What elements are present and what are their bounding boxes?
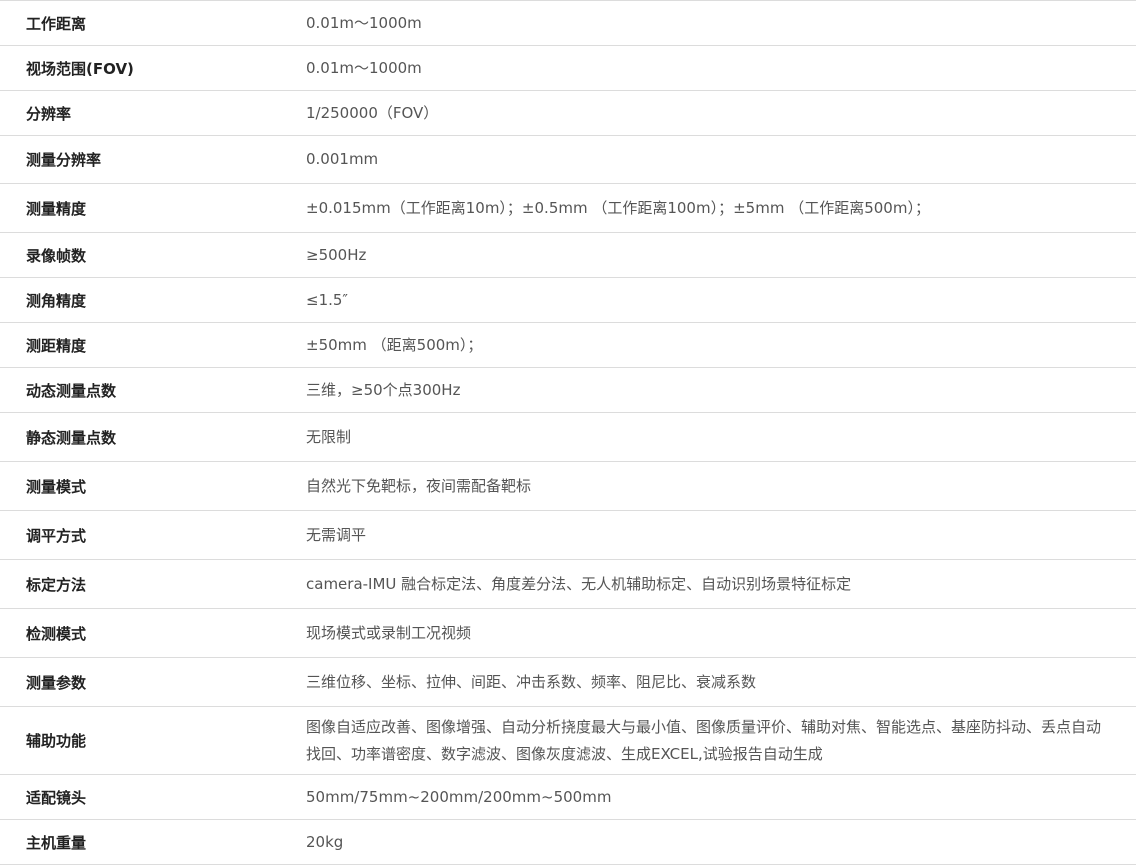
spec-label: 主机重量 (26, 833, 87, 852)
spec-label: 测量精度 (26, 199, 87, 218)
spec-row: 测量精度 ±0.015mm（工作距离10m）；±0.5mm （工作距离100m）… (0, 184, 1136, 233)
spec-value: 50mm/75mm~200mm/200mm~500mm (306, 787, 612, 806)
spec-value: 无需调平 (306, 525, 367, 544)
spec-row: 检测模式 现场模式或录制工况视频 (0, 609, 1136, 658)
spec-row: 辅助功能 图像自适应改善、图像增强、自动分析挠度最大与最小值、图像质量评价、辅助… (0, 707, 1136, 775)
spec-value: 0.001mm (306, 150, 379, 168)
spec-label: 录像帧数 (26, 246, 87, 265)
spec-value: ≥500Hz (306, 245, 367, 264)
spec-value: 三维位移、坐标、拉伸、间距、冲击系数、频率、阻尼比、衰减系数 (306, 672, 757, 691)
spec-row: 测量模式 自然光下免靶标，夜间需配备靶标 (0, 462, 1136, 511)
spec-label: 测量分辨率 (26, 151, 102, 169)
spec-label: 测距精度 (26, 336, 87, 355)
spec-label: 视场范围(FOV) (26, 59, 134, 78)
spec-row: 测量参数 三维位移、坐标、拉伸、间距、冲击系数、频率、阻尼比、衰减系数 (0, 658, 1136, 707)
spec-row: 测量分辨率 0.001mm (0, 136, 1136, 184)
spec-value: 现场模式或录制工况视频 (306, 623, 472, 642)
spec-value: 0.01m～1000m (306, 58, 422, 77)
spec-label: 调平方式 (26, 526, 87, 545)
spec-value: camera-IMU 融合标定法、角度差分法、无人机辅助标定、自动识别场景特征标… (306, 574, 852, 593)
spec-label: 工作距离 (26, 14, 87, 33)
spec-row: 测角精度 ≤1.5″ (0, 278, 1136, 323)
spec-row: 静态测量点数 无限制 (0, 413, 1136, 462)
spec-value: ±50mm （距离500m）； (306, 335, 483, 354)
spec-row: 标定方法 camera-IMU 融合标定法、角度差分法、无人机辅助标定、自动识别… (0, 560, 1136, 609)
spec-label: 测量模式 (26, 477, 87, 496)
spec-value: 0.01m～1000m (306, 13, 422, 32)
spec-value: 1/250000（FOV） (306, 103, 439, 122)
spec-label: 适配镜头 (26, 788, 87, 807)
spec-value: 20kg (306, 832, 344, 851)
spec-row: 工作距离 0.01m～1000m (0, 1, 1136, 46)
spec-value: 图像自适应改善、图像增强、自动分析挠度最大与最小值、图像质量评价、辅助对焦、智能… (306, 717, 1102, 763)
spec-row: 调平方式 无需调平 (0, 511, 1136, 560)
spec-label: 测量参数 (26, 673, 87, 692)
spec-label: 标定方法 (26, 575, 87, 594)
spec-label: 辅助功能 (26, 732, 87, 750)
spec-row: 分辨率 1/250000（FOV） (0, 91, 1136, 136)
spec-row: 适配镜头 50mm/75mm~200mm/200mm~500mm (0, 775, 1136, 820)
spec-label: 测角精度 (26, 291, 87, 310)
spec-label: 动态测量点数 (26, 381, 117, 400)
spec-label: 静态测量点数 (26, 428, 117, 447)
spec-row: 动态测量点数 三维，≥50个点300Hz (0, 368, 1136, 413)
spec-value: ≤1.5″ (306, 290, 349, 309)
spec-value: 无限制 (306, 427, 352, 446)
spec-value: 自然光下免靶标，夜间需配备靶标 (306, 476, 532, 495)
spec-label: 分辨率 (26, 104, 72, 123)
spec-row: 测距精度 ±50mm （距离500m）； (0, 323, 1136, 368)
spec-table: 工作距离 0.01m～1000m 视场范围(FOV) 0.01m～1000m 分… (0, 0, 1136, 865)
spec-row: 录像帧数 ≥500Hz (0, 233, 1136, 278)
spec-label: 检测模式 (26, 624, 87, 643)
spec-value: 三维，≥50个点300Hz (306, 380, 461, 399)
spec-row: 视场范围(FOV) 0.01m～1000m (0, 46, 1136, 91)
spec-row: 主机重量 20kg (0, 820, 1136, 865)
spec-value: ±0.015mm（工作距离10m）；±0.5mm （工作距离100m）；±5mm… (306, 198, 930, 217)
